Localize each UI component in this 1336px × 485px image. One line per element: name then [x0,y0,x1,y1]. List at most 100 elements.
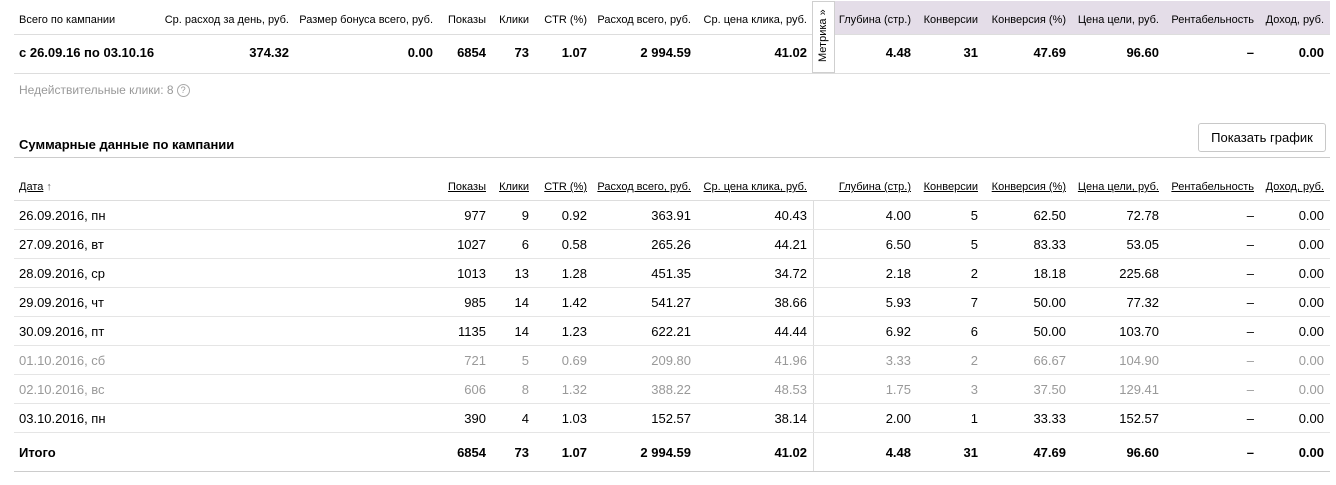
row-income: 0.00 [1298,382,1324,397]
show-chart-button[interactable]: Показать график [1198,123,1326,152]
row-date: 30.09.2016, пт [19,324,105,339]
row-conv-rate: 62.50 [1033,208,1066,223]
summary-header-conversions: Конверсии [923,14,978,26]
row-date: 02.10.2016, вс [19,382,105,397]
row-ctr: 1.28 [561,266,587,281]
row-depth: 5.93 [885,295,911,310]
col-goal-cost[interactable]: Цена цели, руб. [1072,181,1159,193]
row-clicks: 13 [514,266,529,281]
col-date[interactable]: Дата ↑ [19,181,52,193]
summary-header-cpc: Ср. цена клика, руб. [703,14,807,26]
row-conv-rate: 50.00 [1033,295,1066,310]
row-spend: 541.27 [651,295,691,310]
summary-impressions: 6854 [457,45,486,60]
row-conv-rate: 66.67 [1033,353,1066,368]
col-ctr[interactable]: CTR (%) [535,181,587,193]
table-row: 01.10.2016, сб 721 5 0.69 209.80 41.96 3.33 2 66… [0,346,1336,375]
row-profitability: – [1246,353,1254,368]
col-profitability[interactable]: Рентабельность [1165,181,1254,193]
summary-conv-rate: 47.69 [1033,45,1066,60]
summary-spend: 2 994.59 [640,45,691,60]
row-goal-cost: 103.70 [1119,324,1159,339]
row-cpc: 44.44 [774,324,807,339]
row-date: 29.09.2016, чт [19,295,105,310]
row-income: 0.00 [1298,324,1324,339]
row-conv-rate: 50.00 [1033,324,1066,339]
help-icon[interactable]: ? [176,84,190,97]
total-conv-rate: 47.69 [1033,445,1066,460]
summary-clicks: 73 [514,45,529,60]
section-title: Суммарные данные по кампании [19,137,235,152]
col-depth[interactable]: Глубина (стр.) [836,181,911,193]
total-profitability: – [1246,445,1254,460]
summary-depth: 4.48 [885,45,911,60]
summary-header-clicks: Клики [499,14,529,26]
row-conversions: 1 [970,411,978,426]
summary-header-bonus: Размер бонуса всего, руб. [299,14,433,26]
table-row: 30.09.2016, пт 1135 14 1.23 622.21 44.44 6.92 6… [0,317,1336,346]
col-income[interactable]: Доход, руб. [1260,181,1324,193]
row-cpc: 38.66 [774,295,807,310]
table-row: 26.09.2016, пн 977 9 0.92 363.91 40.43 4.00 5 62… [0,201,1336,230]
col-clicks[interactable]: Клики [492,181,529,193]
summary-header-depth: Глубина (стр.) [838,14,911,26]
summary-header-impressions: Показы [447,14,486,26]
col-impressions[interactable]: Показы [440,181,486,193]
row-conv-rate: 37.50 [1033,382,1066,397]
row-date: 26.09.2016, пн [19,208,106,223]
invalid-clicks-text: Недействительные клики: 8 [19,83,174,97]
row-depth: 2.18 [885,266,911,281]
total-impressions: 6854 [457,445,486,460]
col-cpc[interactable]: Ср. цена клика, руб. [697,181,807,193]
row-profitability: – [1246,324,1254,339]
row-conv-rate: 18.18 [1033,266,1066,281]
col-date-label[interactable]: Дата [19,181,43,193]
total-income: 0.00 [1298,445,1324,460]
row-impressions: 606 [464,382,486,397]
summary-header-total: Всего по кампании [19,14,116,26]
invalid-clicks-line: Недействительные клики: 8? [19,83,190,97]
row-clicks: 14 [514,295,529,310]
row-income: 0.00 [1298,411,1324,426]
row-ctr: 1.23 [561,324,587,339]
row-depth: 4.00 [885,208,911,223]
row-impressions: 1027 [457,237,486,252]
summary-income: 0.00 [1298,45,1324,60]
row-income: 0.00 [1298,237,1324,252]
row-profitability: – [1246,208,1254,223]
col-spend[interactable]: Расход всего, руб. [592,181,691,193]
metrika-toggle-tab[interactable]: Метрика » [812,1,835,73]
row-clicks: 14 [514,324,529,339]
row-spend: 209.80 [651,353,691,368]
col-conversions[interactable]: Конверсии [917,181,978,193]
row-ctr: 1.42 [561,295,587,310]
summary-header-avg-daily: Ср. расход за день, руб. [164,14,289,26]
row-depth: 2.00 [885,411,911,426]
row-profitability: – [1246,411,1254,426]
section-title-divider [14,157,1330,158]
summary-header-income: Доход, руб. [1265,14,1324,26]
row-cpc: 48.53 [774,382,807,397]
row-spend: 451.35 [651,266,691,281]
row-clicks: 4 [521,411,529,426]
row-conversions: 2 [970,353,978,368]
total-depth: 4.48 [885,445,911,460]
row-depth: 3.33 [885,353,911,368]
row-date: 03.10.2016, пн [19,411,106,426]
col-conv-rate[interactable]: Конверсия (%) [984,181,1066,193]
row-conv-rate: 33.33 [1033,411,1066,426]
row-profitability: – [1246,295,1254,310]
table-row: 28.09.2016, ср 1013 13 1.28 451.35 34.72 2.18 2… [0,259,1336,288]
row-conversions: 2 [970,266,978,281]
summary-goal-cost: 96.60 [1126,45,1159,60]
row-cpc: 44.21 [774,237,807,252]
summary-header-ctr: CTR (%) [544,14,587,26]
total-spend: 2 994.59 [640,445,691,460]
summary-ctr: 1.07 [561,45,587,60]
total-conversions: 31 [963,445,978,460]
row-conversions: 7 [970,295,978,310]
row-conversions: 5 [970,208,978,223]
total-ctr: 1.07 [561,445,587,460]
summary-avg-daily: 374.32 [249,45,289,60]
row-income: 0.00 [1298,208,1324,223]
